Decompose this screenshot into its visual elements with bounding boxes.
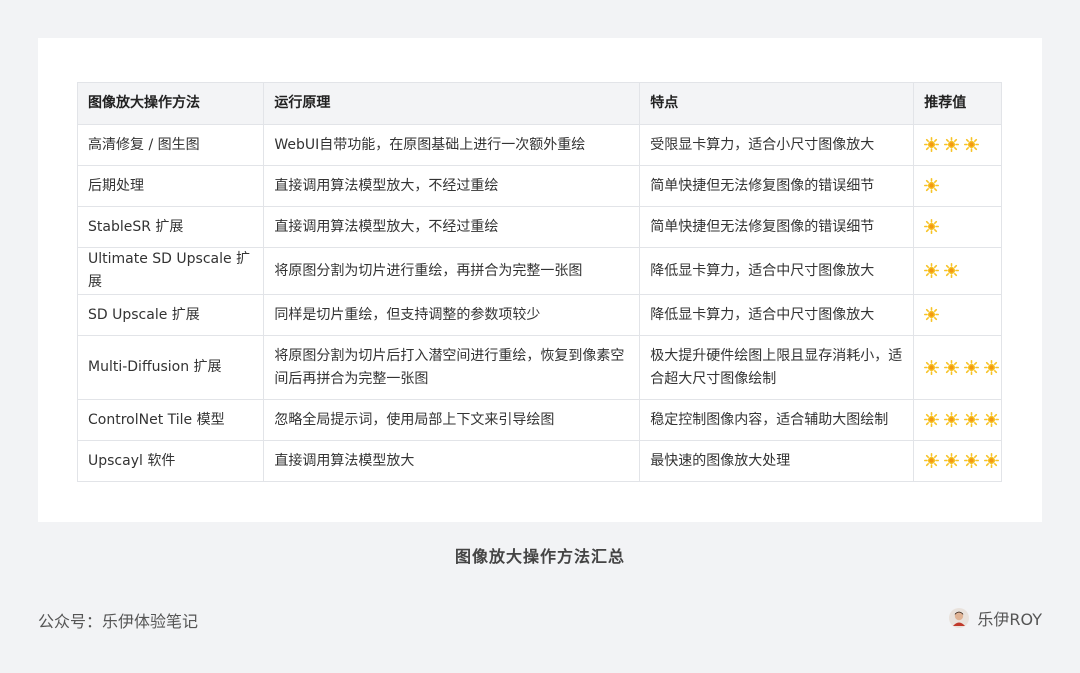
table-row: SD Upscale 扩展 同样是切片重绘，但支持调整的参数项较少 降低显卡算力，适… [76, 294, 1002, 336]
table-row: Upscayl 软件 直接调用算法模型放大 最快速的图像放大处理 [76, 440, 1004, 482]
sun-icon [944, 263, 960, 278]
table-row: StableSR 扩展 直接调用算法模型放大，不经过重绘 简单快捷但无法修复图像的错… [76, 206, 1002, 248]
method-cell: Ultimate SD Upscale 扩展 [76, 247, 265, 295]
sun-icon [924, 219, 940, 234]
rating-stars [924, 175, 944, 198]
author-name: 乐伊ROY [977, 610, 1042, 629]
sun-icon [984, 412, 1000, 427]
rating-cell [913, 206, 1002, 248]
sun-icon [964, 359, 980, 375]
feature-cell: 简单快捷但无法修复图像的错误细节 [639, 206, 915, 248]
header-principle: 运行原理 [263, 82, 641, 125]
methods-table: 图像放大操作方法 运行原理 特点 推荐值 高清修复 / 图生图 WebUI自带功能… [76, 82, 1004, 482]
sun-icon [984, 359, 1000, 375]
rating-cell [913, 294, 1002, 336]
footer-author: 乐伊ROY [949, 606, 1042, 630]
feature-cell: 降低显卡算力，适合中尺寸图像放大 [639, 247, 915, 295]
sun-icon [924, 137, 940, 152]
sun-icon [924, 263, 940, 278]
principle-cell: 直接调用算法模型放大 [263, 440, 641, 482]
rating-stars [924, 356, 1004, 379]
method-cell: 后期处理 [76, 165, 265, 207]
footer-account: 公众号：乐伊体验笔记 [38, 612, 199, 631]
rating-cell [913, 440, 1004, 482]
sun-icon [924, 178, 940, 193]
feature-cell: 降低显卡算力，适合中尺寸图像放大 [639, 294, 915, 336]
table-row: Ultimate SD Upscale 扩展 将原图分割为切片进行重绘，再拼合为完… [76, 247, 1002, 295]
content-card: 图像放大操作方法 运行原理 特点 推荐值 高清修复 / 图生图 WebUI自带功能… [38, 38, 1042, 522]
table-header-row: 图像放大操作方法 运行原理 特点 推荐值 [76, 82, 1002, 125]
sun-icon [924, 412, 940, 427]
sun-icon [944, 412, 960, 427]
method-cell: ControlNet Tile 模型 [76, 399, 265, 441]
sun-icon [944, 453, 960, 468]
sun-icon [924, 453, 940, 468]
feature-cell: 极大提升硬件绘图上限且显存消耗小，适合超大尺寸图像绘制 [639, 335, 915, 400]
rating-stars [924, 216, 944, 239]
rating-cell [913, 335, 1004, 400]
feature-cell: 稳定控制图像内容，适合辅助大图绘制 [639, 399, 915, 441]
sun-icon [984, 453, 1000, 468]
table-row: Multi-Diffusion 扩展 将原图分割为切片后打入潜空间进行重绘，恢复到… [76, 335, 1004, 400]
feature-cell: 简单快捷但无法修复图像的错误细节 [639, 165, 915, 207]
figure-caption: 图像放大操作方法汇总 [454, 547, 625, 566]
principle-cell: 直接调用算法模型放大，不经过重绘 [263, 165, 641, 207]
sun-icon [964, 412, 980, 427]
table-row: 高清修复 / 图生图 WebUI自带功能，在原图基础上进行一次额外重绘 受限显卡算力… [76, 124, 1002, 166]
header-rating: 推荐值 [913, 82, 1002, 125]
method-cell: StableSR 扩展 [76, 206, 265, 248]
rating-stars [924, 134, 984, 157]
principle-cell: 同样是切片重绘，但支持调整的参数项较少 [263, 294, 641, 336]
principle-cell: WebUI自带功能，在原图基础上进行一次额外重绘 [263, 124, 641, 166]
sun-icon [964, 137, 980, 152]
rating-cell [913, 124, 1002, 166]
principle-cell: 忽略全局提示词，使用局部上下文来引导绘图 [263, 399, 641, 441]
feature-cell: 受限显卡算力，适合小尺寸图像放大 [639, 124, 915, 166]
sun-icon [924, 359, 940, 375]
rating-cell [913, 165, 1002, 207]
rating-stars [924, 450, 1004, 473]
table-row: 后期处理 直接调用算法模型放大，不经过重绘 简单快捷但无法修复图像的错误细节 [76, 165, 1002, 207]
sun-icon [944, 137, 960, 152]
method-cell: Multi-Diffusion 扩展 [76, 335, 265, 400]
sun-icon [944, 359, 960, 375]
method-cell: Upscayl 软件 [76, 440, 265, 482]
sun-icon [924, 307, 940, 322]
feature-cell: 最快速的图像放大处理 [639, 440, 915, 482]
rating-cell [913, 247, 1002, 295]
table-row: ControlNet Tile 模型 忽略全局提示词，使用局部上下文来引导绘图 稳定… [76, 399, 1004, 441]
header-method: 图像放大操作方法 [76, 82, 265, 125]
page: 图像放大操作方法 运行原理 特点 推荐值 高清修复 / 图生图 WebUI自带功能… [0, 0, 1080, 673]
method-cell: SD Upscale 扩展 [76, 294, 265, 336]
rating-stars [924, 260, 964, 283]
sun-icon [964, 453, 980, 468]
principle-cell: 直接调用算法模型放大，不经过重绘 [263, 206, 641, 248]
principle-cell: 将原图分割为切片进行重绘，再拼合为完整一张图 [263, 247, 641, 295]
rating-stars [924, 304, 944, 327]
rating-stars [924, 409, 1004, 432]
method-cell: 高清修复 / 图生图 [76, 124, 265, 166]
rating-cell [913, 399, 1004, 441]
header-feature: 特点 [639, 82, 915, 125]
principle-cell: 将原图分割为切片后打入潜空间进行重绘，恢复到像素空间后再拼合为完整一张图 [263, 335, 641, 400]
avatar [949, 608, 970, 628]
